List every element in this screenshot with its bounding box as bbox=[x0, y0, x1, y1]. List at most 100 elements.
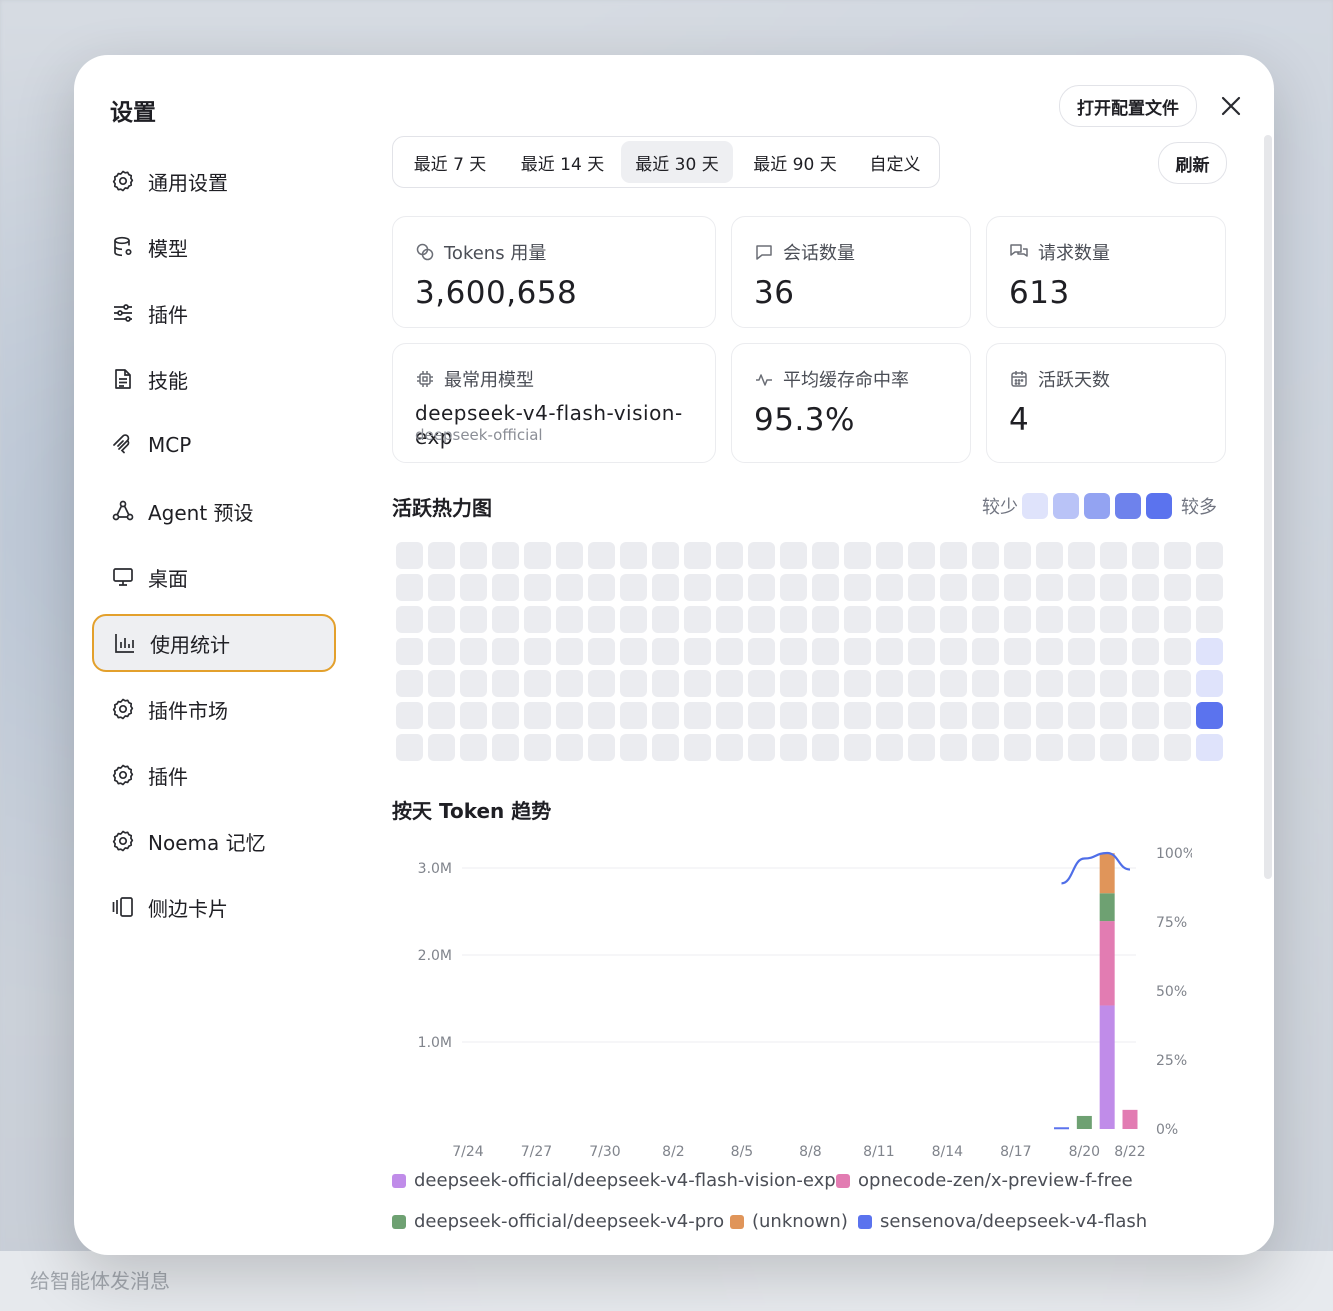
close-icon[interactable] bbox=[1216, 91, 1246, 121]
heatmap-cell[interactable] bbox=[908, 702, 935, 729]
heatmap-cell[interactable] bbox=[940, 574, 967, 601]
heatmap-cell[interactable] bbox=[652, 574, 679, 601]
range-tab-0[interactable]: 最近 7 天 bbox=[398, 141, 502, 183]
heatmap-cell[interactable] bbox=[1132, 574, 1159, 601]
heatmap-cell[interactable] bbox=[908, 606, 935, 633]
heatmap-cell[interactable] bbox=[556, 702, 583, 729]
heatmap-cell[interactable] bbox=[908, 734, 935, 761]
heatmap-cell[interactable] bbox=[1196, 606, 1223, 633]
heatmap-cell[interactable] bbox=[556, 542, 583, 569]
heatmap-cell[interactable] bbox=[556, 638, 583, 665]
heatmap-cell[interactable] bbox=[1004, 542, 1031, 569]
heatmap-cell[interactable] bbox=[844, 734, 871, 761]
heatmap-cell[interactable] bbox=[780, 638, 807, 665]
heatmap-cell[interactable] bbox=[1004, 574, 1031, 601]
heatmap-cell[interactable] bbox=[940, 638, 967, 665]
heatmap-cell[interactable] bbox=[460, 606, 487, 633]
heatmap-cell[interactable] bbox=[876, 702, 903, 729]
heatmap-cell[interactable] bbox=[1036, 638, 1063, 665]
heatmap-cell[interactable] bbox=[908, 638, 935, 665]
heatmap-cell[interactable] bbox=[716, 670, 743, 697]
heatmap-cell[interactable] bbox=[876, 542, 903, 569]
heatmap-cell[interactable] bbox=[652, 638, 679, 665]
heatmap-cell[interactable] bbox=[1164, 670, 1191, 697]
sidebar-item-10[interactable]: Noema 记忆 bbox=[92, 812, 336, 870]
legend-item[interactable]: sensenova/deepseek-v4-flash bbox=[858, 1211, 1147, 1232]
heatmap-cell[interactable] bbox=[492, 574, 519, 601]
heatmap-cell[interactable] bbox=[940, 702, 967, 729]
heatmap-cell[interactable] bbox=[1132, 542, 1159, 569]
heatmap-cell[interactable] bbox=[396, 542, 423, 569]
heatmap-cell[interactable] bbox=[972, 606, 999, 633]
sidebar-item-2[interactable]: 插件 bbox=[92, 284, 336, 342]
heatmap-cell[interactable] bbox=[716, 734, 743, 761]
heatmap-cell[interactable] bbox=[524, 574, 551, 601]
heatmap-cell[interactable] bbox=[684, 702, 711, 729]
legend-item[interactable]: deepseek-official/deepseek-v4-pro bbox=[392, 1211, 724, 1232]
heatmap-cell[interactable] bbox=[1132, 702, 1159, 729]
heatmap-cell[interactable] bbox=[748, 606, 775, 633]
sidebar-item-11[interactable]: 侧边卡片 bbox=[92, 878, 336, 936]
heatmap-cell[interactable] bbox=[1100, 542, 1127, 569]
heatmap-cell[interactable] bbox=[1100, 734, 1127, 761]
heatmap-cell[interactable] bbox=[908, 542, 935, 569]
heatmap-cell[interactable] bbox=[1132, 638, 1159, 665]
heatmap-cell[interactable] bbox=[460, 670, 487, 697]
heatmap-cell[interactable] bbox=[812, 670, 839, 697]
heatmap-cell[interactable] bbox=[876, 638, 903, 665]
heatmap-cell[interactable] bbox=[716, 638, 743, 665]
heatmap-cell[interactable] bbox=[1164, 574, 1191, 601]
heatmap-cell[interactable] bbox=[748, 702, 775, 729]
heatmap-cell[interactable] bbox=[1132, 670, 1159, 697]
heatmap-cell[interactable] bbox=[428, 734, 455, 761]
heatmap-cell[interactable] bbox=[460, 702, 487, 729]
heatmap-cell[interactable] bbox=[1164, 606, 1191, 633]
heatmap-cell[interactable] bbox=[652, 702, 679, 729]
open-config-button[interactable]: 打开配置文件 bbox=[1059, 85, 1197, 127]
heatmap-cell[interactable] bbox=[1068, 734, 1095, 761]
heatmap-cell[interactable] bbox=[588, 734, 615, 761]
heatmap-cell[interactable] bbox=[1068, 542, 1095, 569]
heatmap-cell[interactable] bbox=[684, 606, 711, 633]
sidebar-item-0[interactable]: 通用设置 bbox=[92, 152, 336, 210]
heatmap-cell[interactable] bbox=[460, 638, 487, 665]
heatmap-cell[interactable] bbox=[1196, 734, 1223, 761]
heatmap-cell[interactable] bbox=[1164, 734, 1191, 761]
heatmap-cell[interactable] bbox=[556, 734, 583, 761]
heatmap-cell[interactable] bbox=[492, 542, 519, 569]
heatmap-cell[interactable] bbox=[1164, 702, 1191, 729]
range-tab-2[interactable]: 最近 30 天 bbox=[621, 141, 733, 183]
heatmap-cell[interactable] bbox=[428, 574, 455, 601]
heatmap-cell[interactable] bbox=[460, 542, 487, 569]
heatmap-cell[interactable] bbox=[1068, 638, 1095, 665]
heatmap-cell[interactable] bbox=[1132, 734, 1159, 761]
sidebar-item-4[interactable]: MCP bbox=[92, 416, 336, 474]
heatmap-cell[interactable] bbox=[524, 542, 551, 569]
heatmap-cell[interactable] bbox=[812, 574, 839, 601]
heatmap-cell[interactable] bbox=[1004, 670, 1031, 697]
heatmap-cell[interactable] bbox=[1196, 574, 1223, 601]
heatmap-cell[interactable] bbox=[876, 606, 903, 633]
heatmap-cell[interactable] bbox=[492, 670, 519, 697]
heatmap-cell[interactable] bbox=[972, 638, 999, 665]
heatmap-cell[interactable] bbox=[812, 702, 839, 729]
heatmap-cell[interactable] bbox=[652, 542, 679, 569]
refresh-button[interactable]: 刷新 bbox=[1158, 142, 1227, 184]
sidebar-item-3[interactable]: 技能 bbox=[92, 350, 336, 408]
heatmap-cell[interactable] bbox=[1036, 670, 1063, 697]
heatmap-cell[interactable] bbox=[556, 606, 583, 633]
heatmap-cell[interactable] bbox=[812, 606, 839, 633]
heatmap-cell[interactable] bbox=[844, 542, 871, 569]
heatmap-cell[interactable] bbox=[684, 638, 711, 665]
heatmap-cell[interactable] bbox=[684, 734, 711, 761]
heatmap-cell[interactable] bbox=[940, 542, 967, 569]
heatmap-cell[interactable] bbox=[460, 734, 487, 761]
heatmap-cell[interactable] bbox=[748, 670, 775, 697]
legend-item[interactable]: deepseek-official/deepseek-v4-flash-visi… bbox=[392, 1170, 836, 1191]
heatmap-cell[interactable] bbox=[780, 542, 807, 569]
heatmap-cell[interactable] bbox=[972, 734, 999, 761]
heatmap-cell[interactable] bbox=[428, 542, 455, 569]
range-tab-4[interactable]: 自定义 bbox=[855, 141, 935, 183]
heatmap-cell[interactable] bbox=[396, 606, 423, 633]
heatmap-cell[interactable] bbox=[844, 638, 871, 665]
